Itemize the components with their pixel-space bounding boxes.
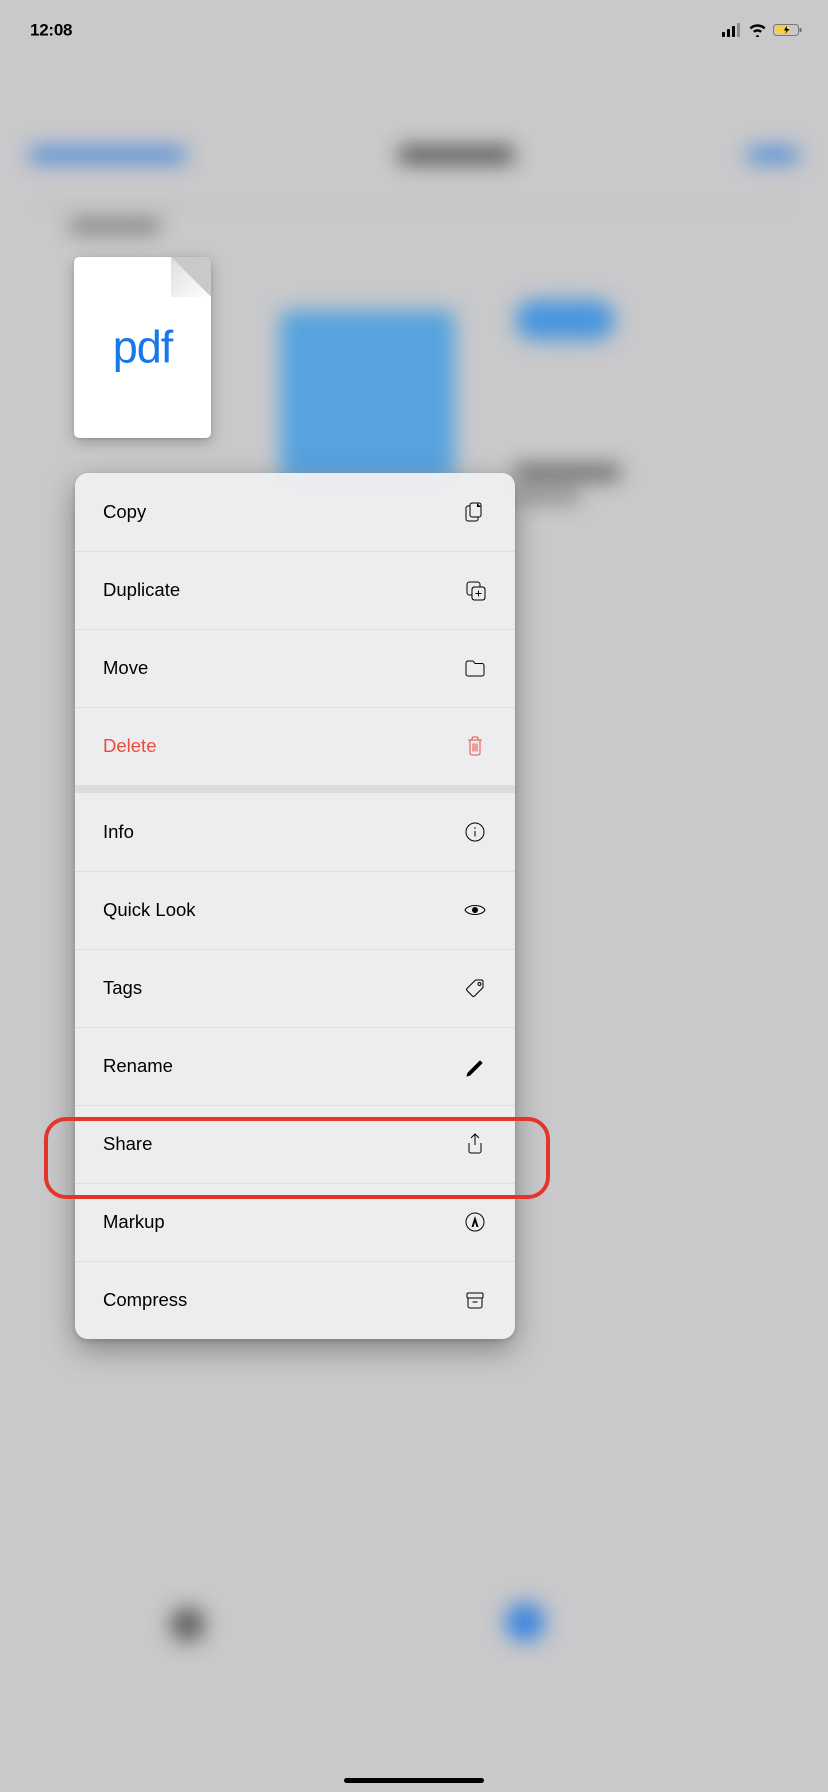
file-type-label: pdf xyxy=(113,322,173,374)
menu-item-label: Rename xyxy=(103,1056,173,1077)
menu-item-share[interactable]: Share xyxy=(75,1105,515,1183)
eye-icon xyxy=(462,897,488,923)
menu-item-duplicate[interactable]: Duplicate xyxy=(75,551,515,629)
home-indicator[interactable] xyxy=(344,1778,484,1783)
duplicate-icon xyxy=(462,577,488,603)
menu-item-label: Quick Look xyxy=(103,900,196,921)
share-icon xyxy=(462,1131,488,1157)
archive-icon xyxy=(462,1287,488,1313)
menu-item-label: Tags xyxy=(103,978,142,999)
battery-charging-icon xyxy=(773,23,803,37)
file-preview-thumbnail[interactable]: pdf xyxy=(74,257,211,438)
markup-icon xyxy=(462,1209,488,1235)
folder-icon xyxy=(462,655,488,681)
tag-icon xyxy=(462,975,488,1001)
menu-item-markup[interactable]: Markup xyxy=(75,1183,515,1261)
menu-item-label: Compress xyxy=(103,1290,187,1311)
menu-item-tags[interactable]: Tags xyxy=(75,949,515,1027)
status-time: 12:08 xyxy=(30,20,72,40)
menu-item-rename[interactable]: Rename xyxy=(75,1027,515,1105)
trash-icon xyxy=(462,733,488,759)
menu-item-delete[interactable]: Delete xyxy=(75,707,515,785)
menu-item-compress[interactable]: Compress xyxy=(75,1261,515,1339)
menu-item-move[interactable]: Move xyxy=(75,629,515,707)
menu-item-label: Delete xyxy=(103,736,156,757)
status-bar: 12:08 xyxy=(0,0,828,55)
menu-item-info[interactable]: Info xyxy=(75,793,515,871)
menu-item-label: Markup xyxy=(103,1212,165,1233)
pencil-icon xyxy=(462,1053,488,1079)
wifi-icon xyxy=(748,23,767,37)
menu-item-copy[interactable]: Copy xyxy=(75,473,515,551)
context-menu: Copy Duplicate Move Delete Info Quick Look Tag… xyxy=(75,473,515,1339)
menu-item-label: Share xyxy=(103,1134,152,1155)
menu-separator xyxy=(75,785,515,793)
cellular-signal-icon xyxy=(722,23,742,37)
menu-item-label: Duplicate xyxy=(103,580,180,601)
menu-item-quick-look[interactable]: Quick Look xyxy=(75,871,515,949)
info-icon xyxy=(462,819,488,845)
copy-icon xyxy=(462,499,488,525)
menu-item-label: Move xyxy=(103,658,148,679)
menu-item-label: Info xyxy=(103,822,134,843)
menu-item-label: Copy xyxy=(103,502,146,523)
